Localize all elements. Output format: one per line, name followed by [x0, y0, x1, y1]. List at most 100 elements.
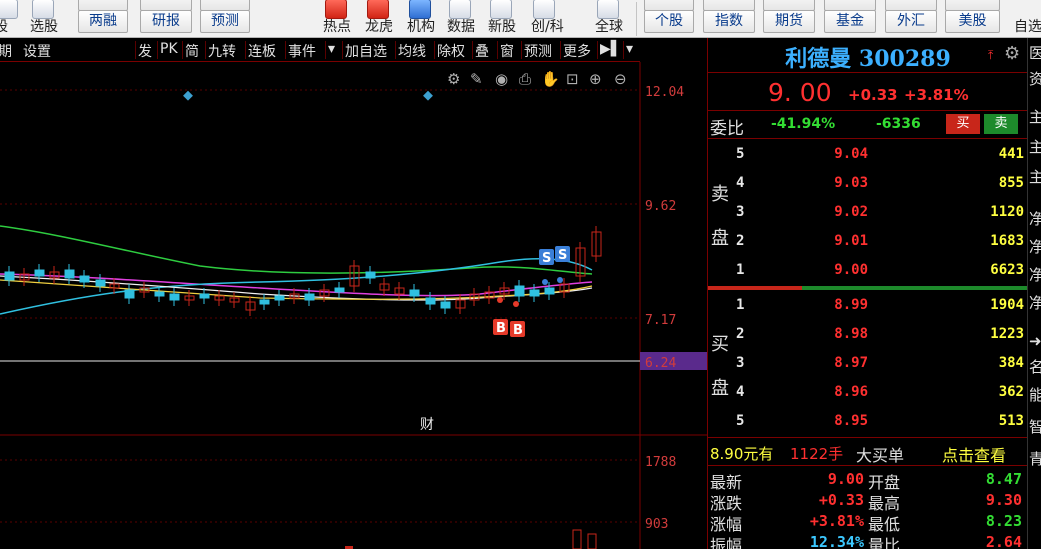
side-strip-item[interactable]: 净: [1029, 208, 1041, 229]
zoom-out-icon[interactable]: ⊖: [614, 70, 627, 88]
stock-title[interactable]: 利德曼 300289: [748, 41, 988, 73]
toolbar-box-1[interactable]: 研报: [140, 10, 192, 33]
gear-icon[interactable]: ⚙: [1004, 43, 1020, 64]
market-tab-5[interactable]: 美股: [945, 10, 1000, 33]
chart-menu-item-10[interactable]: 叠: [475, 41, 489, 61]
draw-icon[interactable]: ✎: [470, 70, 483, 88]
side-strip-item[interactable]: 智: [1029, 416, 1041, 437]
candlestick: [544, 287, 555, 295]
toolbar-item-icon: [367, 0, 389, 19]
chart-menu-item-0[interactable]: 发: [138, 41, 152, 61]
chart-menu-left-1[interactable]: 设置: [23, 41, 51, 61]
toolbar-item-8[interactable]: 全球: [595, 0, 623, 35]
chart-menu-item-13[interactable]: 更多: [563, 41, 591, 61]
ask-price: 9.00: [834, 262, 868, 278]
side-strip-item[interactable]: 能: [1029, 384, 1041, 405]
market-tab-0[interactable]: 个股: [644, 10, 694, 33]
buy-button[interactable]: 买: [946, 114, 980, 134]
side-strip-item[interactable]: 净: [1029, 236, 1041, 257]
settings-icon[interactable]: ⚙: [447, 70, 460, 88]
chart-menu-item-2[interactable]: 简: [185, 41, 199, 61]
eye-icon[interactable]: ◉: [495, 70, 508, 88]
candlestick: [79, 275, 90, 283]
candlestick: [259, 299, 270, 305]
side-strip-item[interactable]: 主: [1029, 136, 1041, 157]
toolbar-box-2[interactable]: 预测: [200, 10, 250, 33]
chart-menu-item-1[interactable]: PK: [160, 41, 178, 57]
ask-volume: 855: [998, 175, 1024, 191]
chart-menu-item-14[interactable]: ▶▌: [600, 41, 622, 57]
toolbar-item-7[interactable]: 创/科: [531, 0, 564, 35]
bid-volume: 362: [998, 384, 1024, 400]
print-icon[interactable]: ⎙: [519, 70, 531, 88]
chart-menu-item-6[interactable]: ▾: [328, 41, 335, 57]
side-strip-item[interactable]: 主: [1029, 166, 1041, 187]
chart-menu-item-3[interactable]: 九转: [208, 41, 236, 61]
candlestick: [365, 271, 376, 279]
hand-icon[interactable]: ✋: [541, 70, 560, 88]
bid-price: 8.98: [834, 326, 868, 342]
toolbar-favorites[interactable]: 自选: [1014, 19, 1041, 35]
big-order-link[interactable]: 点击查看: [942, 442, 1006, 466]
side-strip-item[interactable]: 净: [1029, 264, 1041, 285]
bid-level: 2: [736, 326, 745, 342]
chart-menu-item-8[interactable]: 均线: [398, 41, 426, 61]
lock-icon[interactable]: ⊡: [566, 70, 579, 88]
order-book-divider: [708, 286, 802, 290]
sell-button[interactable]: 卖: [984, 114, 1018, 134]
commission-ratio-label: 委比: [710, 119, 744, 139]
chart-menu-divider: [182, 41, 183, 59]
side-strip-item[interactable]: 医: [1029, 42, 1041, 63]
event-marker: 财: [420, 417, 434, 433]
current-price: 9. 00: [768, 78, 832, 107]
candlestick: [440, 301, 451, 309]
toolbar-item-3[interactable]: 龙虎: [365, 0, 393, 35]
side-strip-item[interactable]: 主: [1029, 106, 1041, 127]
toolbar-item-4[interactable]: 机构: [407, 0, 435, 35]
toolbar-item-5[interactable]: 数据: [447, 0, 475, 35]
chart-menu-item-15[interactable]: ▾: [626, 41, 633, 57]
sell-side-label-1: 卖: [711, 184, 729, 205]
stat-label: 振幅: [710, 536, 743, 549]
side-strip[interactable]: 医资主主主净净净净➜名能智青: [1027, 38, 1041, 549]
toolbar-item-1[interactable]: 选股: [30, 0, 58, 35]
ask-level: 4: [736, 175, 745, 191]
side-strip-item[interactable]: 净: [1029, 292, 1041, 313]
market-tab-2[interactable]: 期货: [763, 10, 815, 33]
market-tab-1[interactable]: 指数: [703, 10, 755, 33]
volume-bar: [572, 529, 582, 549]
zoom-in-icon[interactable]: ⊕: [589, 70, 602, 88]
market-tab-4[interactable]: 外汇: [885, 10, 937, 33]
toolbar-item-icon: [325, 0, 347, 19]
chart-menu-item-5[interactable]: 事件: [288, 41, 316, 61]
stat-value: 8.23: [985, 512, 1022, 530]
toolbar-item-2[interactable]: 热点: [323, 0, 351, 35]
chart-menu-item-11[interactable]: 窗: [500, 41, 514, 61]
toolbar-box-0[interactable]: 两融: [78, 10, 128, 33]
candlestick: [34, 269, 45, 277]
chart-menu-item-12[interactable]: 预测: [524, 41, 552, 61]
side-strip-item[interactable]: ➜: [1029, 332, 1041, 350]
chart-menu-left-0[interactable]: 期: [0, 41, 12, 61]
side-strip-item[interactable]: 资: [1029, 68, 1041, 89]
ask-volume: 441: [998, 146, 1024, 162]
ask-level: 5: [736, 146, 745, 162]
side-strip-item[interactable]: 青: [1029, 448, 1041, 469]
pin-icon[interactable]: ⤒: [988, 48, 993, 63]
market-tab-3[interactable]: 基金: [824, 10, 876, 33]
toolbar-item-0[interactable]: 股: [0, 0, 18, 35]
candlestick: [124, 289, 135, 299]
candlestick: [529, 289, 540, 297]
candlestick: [154, 291, 165, 297]
buy-side-label-2: 盘: [711, 378, 729, 399]
side-strip-item[interactable]: 名: [1029, 356, 1041, 377]
kline-chart[interactable]: 12.04 9.62 7.17 6.24 1788 903 B B S S 财 ⚙ ✎ ◉ ⎙ ✋ ⊡ ⊕ ⊖: [0, 62, 707, 549]
chart-menu-item-9[interactable]: 除权: [437, 41, 465, 61]
chart-menu-item-4[interactable]: 连板: [248, 41, 276, 61]
quote-panel: 利德曼 300289 ⤒ ⚙ 9. 00 +0.33 +3.81% 委比 -41…: [707, 38, 1028, 549]
toolbar-item-icon: [409, 0, 431, 19]
chart-menu-item-7[interactable]: 加自选: [345, 41, 387, 61]
buy-marker: B: [496, 321, 506, 336]
stat-value: 12.34%: [809, 533, 864, 549]
toolbar-item-6[interactable]: 新股: [488, 0, 516, 35]
